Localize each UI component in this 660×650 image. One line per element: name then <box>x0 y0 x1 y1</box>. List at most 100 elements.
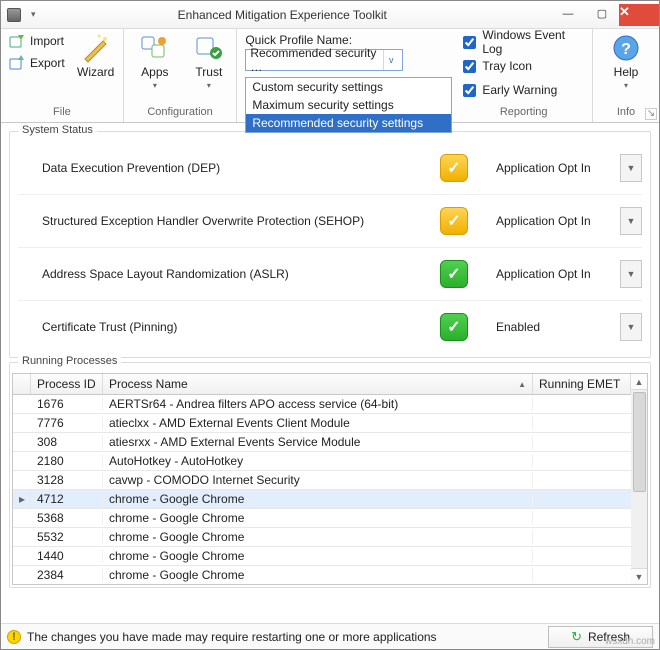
trust-label: Trust <box>195 65 222 79</box>
trust-button[interactable]: Trust ▾ <box>186 33 232 90</box>
export-label: Export <box>30 56 65 70</box>
process-grid: Process ID Process Name ▲ Running EMET 1… <box>12 373 631 585</box>
status-name: Data Execution Prevention (DEP) <box>42 161 432 175</box>
title-bar: ▾ Enhanced Mitigation Experience Toolkit… <box>1 1 659 29</box>
refresh-icon: ↻ <box>571 629 582 645</box>
import-button[interactable]: Import <box>9 33 65 49</box>
status-check-icon: ✓ <box>440 313 468 341</box>
status-row: Address Space Layout Randomization (ASLR… <box>18 248 642 301</box>
system-status-legend: System Status <box>18 124 97 136</box>
chevron-down-icon: v <box>383 50 398 70</box>
ribbon: Import Export Wizard File <box>1 29 659 123</box>
wizard-label: Wizard <box>77 65 114 79</box>
watermark-text: wsxdn.com <box>605 636 655 647</box>
help-label: Help <box>614 65 639 79</box>
ribbon-group-file: Import Export Wizard File <box>1 29 124 122</box>
apps-button[interactable]: Apps ▾ <box>132 33 178 90</box>
quick-profile-option-recommended[interactable]: Recommended security settings <box>246 114 451 132</box>
row-indicator-header <box>13 374 31 394</box>
import-icon <box>9 33 25 49</box>
early-warning-label: Early Warning <box>482 83 557 97</box>
pid-column-header[interactable]: Process ID <box>31 374 103 394</box>
checkbox-icon[interactable] <box>463 84 476 97</box>
status-name: Structured Exception Handler Overwrite P… <box>42 214 432 228</box>
quick-profile-label: Quick Profile Name: <box>245 33 403 47</box>
app-icon <box>7 8 21 22</box>
table-row[interactable]: 3128cavwp - COMODO Internet Security <box>13 471 631 490</box>
checkbox-icon[interactable] <box>463 36 476 49</box>
status-row: Certificate Trust (Pinning) ✓ Enabled ▼ <box>18 301 642 353</box>
pid-cell: 3128 <box>31 473 103 487</box>
early-warning-checkbox[interactable]: Early Warning <box>463 81 584 99</box>
pid-cell: 4712 <box>31 492 103 506</box>
trust-icon <box>194 33 224 63</box>
minimize-button[interactable]: — <box>551 3 585 25</box>
warning-icon: ! <box>7 630 21 644</box>
tray-icon-label: Tray Icon <box>482 59 532 73</box>
table-row[interactable]: 5532chrome - Google Chrome <box>13 528 631 547</box>
table-row[interactable]: 5368chrome - Google Chrome <box>13 509 631 528</box>
quick-access-dropdown-icon[interactable]: ▾ <box>31 9 36 20</box>
table-row[interactable]: 1440chrome - Google Chrome <box>13 547 631 566</box>
export-icon <box>9 55 25 71</box>
process-name-cell: atiesrxx - AMD External Events Service M… <box>103 435 533 449</box>
scroll-up-icon[interactable]: ▲ <box>631 374 647 390</box>
quick-profile-dropdown-list: Custom security settings Maximum securit… <box>245 77 452 133</box>
pid-cell: 5532 <box>31 530 103 544</box>
export-button[interactable]: Export <box>9 55 65 71</box>
table-row[interactable]: ▸4712chrome - Google Chrome <box>13 490 631 509</box>
wizard-icon <box>81 33 111 63</box>
status-dropdown-button[interactable]: ▼ <box>620 154 642 182</box>
status-dropdown-button[interactable]: ▼ <box>620 313 642 341</box>
running-emet-column-header[interactable]: Running EMET <box>533 374 631 394</box>
checkbox-icon[interactable] <box>463 60 476 73</box>
status-check-icon: ✓ <box>440 260 468 288</box>
status-dropdown-button[interactable]: ▼ <box>620 207 642 235</box>
quick-profile-selected: Recommended security … <box>250 46 383 74</box>
help-button[interactable]: ? Help ▾ <box>603 33 649 90</box>
status-name: Address Space Layout Randomization (ASLR… <box>42 267 432 281</box>
status-name: Certificate Trust (Pinning) <box>42 320 432 334</box>
table-row[interactable]: 1676AERTSr64 - Andrea filters APO access… <box>13 395 631 414</box>
process-grid-header: Process ID Process Name ▲ Running EMET <box>13 374 631 395</box>
table-row[interactable]: 308atiesrxx - AMD External Events Servic… <box>13 433 631 452</box>
process-name-cell: AERTSr64 - Andrea filters APO access ser… <box>103 397 533 411</box>
vertical-scrollbar[interactable]: ▲ ▼ <box>631 373 648 585</box>
wizard-button[interactable]: Wizard <box>73 33 119 79</box>
apps-icon <box>140 33 170 63</box>
quick-profile-option-custom[interactable]: Custom security settings <box>246 78 451 96</box>
dialog-launcher-icon[interactable]: ↘ <box>645 108 657 120</box>
windows-event-log-checkbox[interactable]: Windows Event Log <box>463 33 584 51</box>
maximize-button[interactable]: ▢ <box>585 3 619 25</box>
status-dropdown-button[interactable]: ▼ <box>620 260 642 288</box>
process-name-cell: atieclxx - AMD External Events Client Mo… <box>103 416 533 430</box>
row-indicator: ▸ <box>13 492 31 506</box>
process-name-cell: chrome - Google Chrome <box>103 549 533 563</box>
status-check-icon: ✓ <box>440 154 468 182</box>
process-name-column-header[interactable]: Process Name ▲ <box>103 374 533 394</box>
status-value: Enabled <box>476 320 612 334</box>
status-row: Structured Exception Handler Overwrite P… <box>18 195 642 248</box>
process-name-cell: chrome - Google Chrome <box>103 492 533 506</box>
chevron-down-icon: ▾ <box>624 81 628 90</box>
quick-profile-option-maximum[interactable]: Maximum security settings <box>246 96 451 114</box>
close-button[interactable]: ✕ <box>619 4 659 26</box>
status-value: Application Opt In <box>476 161 612 175</box>
pid-cell: 1676 <box>31 397 103 411</box>
window-title: Enhanced Mitigation Experience Toolkit <box>44 8 551 22</box>
quick-profile-dropdown[interactable]: Recommended security … v <box>245 49 403 71</box>
status-value: Application Opt In <box>476 214 612 228</box>
status-message: The changes you have made may require re… <box>27 630 437 644</box>
configuration-group-label: Configuration <box>132 104 228 120</box>
table-row[interactable]: 7776atieclxx - AMD External Events Clien… <box>13 414 631 433</box>
reporting-group-label: Reporting <box>463 104 584 120</box>
chevron-down-icon: ▾ <box>207 81 211 90</box>
scroll-down-icon[interactable]: ▼ <box>631 568 647 584</box>
process-name-cell: chrome - Google Chrome <box>103 530 533 544</box>
ribbon-group-quick-profile: Quick Profile Name: Recommended security… <box>237 29 403 122</box>
status-value: Application Opt In <box>476 267 612 281</box>
table-row[interactable]: 2180AutoHotkey - AutoHotkey <box>13 452 631 471</box>
scroll-thumb[interactable] <box>633 392 646 492</box>
table-row[interactable]: 2384chrome - Google Chrome <box>13 566 631 585</box>
tray-icon-checkbox[interactable]: Tray Icon <box>463 57 584 75</box>
